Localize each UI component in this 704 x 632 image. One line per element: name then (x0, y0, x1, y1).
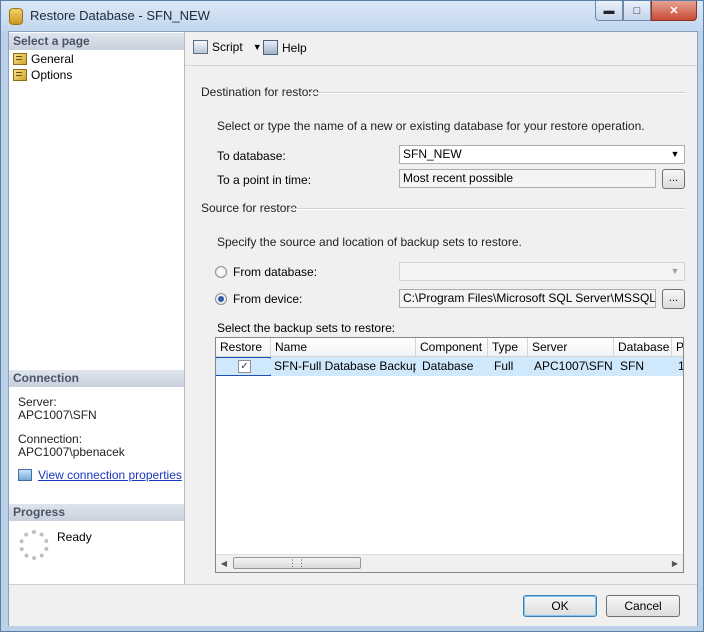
column-header-database[interactable]: Database (614, 338, 672, 356)
column-header-server[interactable]: Server (528, 338, 614, 356)
progress-heading: Progress (9, 504, 184, 521)
column-header-component[interactable]: Component (416, 338, 488, 356)
view-connection-properties-link[interactable]: View connection properties (18, 468, 182, 482)
chevron-down-icon[interactable]: ▼ (253, 42, 262, 52)
to-database-label: To database: (217, 149, 286, 163)
help-label: Help (282, 40, 307, 55)
column-header-type[interactable]: Type (488, 338, 528, 356)
progress-status: Ready (57, 530, 92, 544)
connection-label: Connection: (18, 432, 83, 446)
right-pane: Script ▼ Help Destination for restore Se… (185, 32, 697, 584)
database-icon (9, 8, 23, 25)
backup-sets-grid[interactable]: Restore Name Component Type Server Datab… (215, 337, 684, 573)
to-database-combobox[interactable]: SFN_NEW ▼ (399, 145, 685, 164)
dialog-footer: OK Cancel (9, 584, 697, 626)
from-device-label: From device: (233, 292, 303, 306)
scroll-left-icon[interactable]: ◀ (216, 555, 232, 572)
script-label: Script (212, 40, 243, 54)
sidebar-item-general[interactable]: General (13, 51, 74, 66)
horizontal-scrollbar[interactable]: ◀ ⋮⋮ ▶ (216, 554, 683, 572)
page-icon (13, 52, 27, 65)
component-cell: Database (422, 359, 474, 373)
minimize-button[interactable]: ▬ (595, 1, 623, 21)
from-database-radio[interactable] (215, 266, 227, 278)
type-cell: Full (494, 359, 514, 373)
server-value: APC1007\SFN (18, 408, 97, 422)
chevron-down-icon: ▼ (670, 149, 680, 159)
left-pane: Select a page General Options Connection… (9, 32, 185, 584)
point-in-time-browse-button[interactable]: ... (662, 169, 685, 189)
maximize-button[interactable]: □ (623, 1, 651, 21)
help-icon (263, 40, 278, 55)
progress-spinner-icon (19, 530, 49, 560)
from-device-radio[interactable] (215, 293, 227, 305)
close-button[interactable]: ✕ (651, 1, 697, 21)
table-row[interactable]: ✓ SFN-Full Database Backup Database Full… (216, 357, 683, 376)
destination-heading: Destination for restore (201, 85, 320, 99)
source-heading: Source for restore (201, 201, 298, 215)
server-label: Server: (18, 395, 57, 409)
point-in-time-label: To a point in time: (217, 173, 312, 187)
window-title: Restore Database - SFN_NEW (30, 8, 210, 23)
column-header-restore[interactable]: Restore (216, 338, 271, 356)
scrollbar-thumb[interactable]: ⋮⋮ (233, 557, 361, 569)
destination-description: Select or type the name of a new or exis… (217, 119, 645, 133)
chevron-down-icon: ▼ (670, 266, 680, 276)
caption-buttons: ▬ □ ✕ (595, 1, 697, 21)
point-in-time-field: Most recent possible (399, 169, 656, 188)
dialog-client: Select a page General Options Connection… (8, 31, 698, 626)
destination-divider (309, 92, 685, 94)
connection-properties-icon (18, 469, 32, 481)
toolbar: Script ▼ Help (185, 32, 697, 66)
position-cell: 1 (672, 357, 683, 376)
source-description: Specify the source and location of backu… (217, 235, 522, 249)
from-database-label: From database: (233, 265, 318, 279)
source-divider (289, 208, 685, 210)
page-icon (13, 68, 27, 81)
to-database-value: SFN_NEW (403, 147, 462, 161)
point-in-time-value: Most recent possible (403, 171, 514, 185)
close-icon: ✕ (669, 5, 679, 17)
script-icon (193, 40, 208, 54)
restore-database-dialog: Restore Database - SFN_NEW ▬ □ ✕ Select … (0, 0, 704, 632)
database-cell: SFN (620, 359, 644, 373)
sidebar-item-options[interactable]: Options (13, 67, 72, 82)
select-page-heading: Select a page (9, 33, 184, 50)
maximize-icon: □ (633, 4, 641, 17)
grid-header: Restore Name Component Type Server Datab… (216, 338, 683, 357)
title-bar[interactable]: Restore Database - SFN_NEW ▬ □ ✕ (1, 1, 703, 31)
column-header-name[interactable]: Name (271, 338, 416, 356)
server-cell: APC1007\SFN (534, 359, 613, 373)
name-cell: SFN-Full Database Backup (274, 359, 416, 373)
connection-heading: Connection (9, 370, 184, 387)
from-device-field: C:\Program Files\Microsoft SQL Server\MS… (399, 289, 656, 308)
column-header-position[interactable]: P (672, 338, 683, 356)
cancel-button[interactable]: Cancel (606, 595, 680, 617)
view-connection-properties-label: View connection properties (38, 468, 182, 482)
help-button[interactable]: Help (263, 40, 307, 55)
restore-cell: ✓ (216, 357, 271, 376)
ok-button[interactable]: OK (523, 595, 597, 617)
sidebar-item-label: Options (31, 67, 73, 82)
sidebar-item-label: General (31, 51, 74, 66)
backup-sets-label: Select the backup sets to restore: (217, 321, 396, 335)
from-device-browse-button[interactable]: ... (662, 289, 685, 309)
scroll-right-icon[interactable]: ▶ (667, 555, 683, 572)
script-button[interactable]: Script ▼ (193, 40, 262, 54)
focus-highlight (216, 357, 271, 376)
connection-value: APC1007\pbenacek (18, 445, 125, 459)
from-device-value: C:\Program Files\Microsoft SQL Server\MS… (403, 291, 656, 305)
minimize-icon: ▬ (603, 4, 615, 17)
from-database-combobox[interactable]: ▼ (399, 262, 685, 281)
